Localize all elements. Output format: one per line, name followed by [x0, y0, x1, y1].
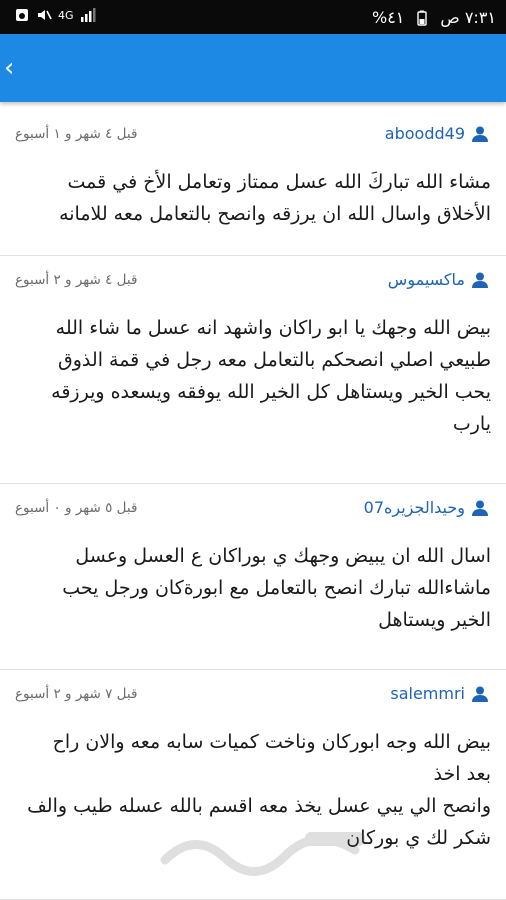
clock: ٧:٣١ ص	[440, 8, 496, 27]
post-text: بيض الله وجهك يا ابو راكان واشهد انه عسل…	[51, 317, 491, 435]
username[interactable]: ماكسيموس	[388, 270, 465, 289]
review-list: aboodd49 قبل ٤ شهر و ١ أسبوع مشاء الله ت…	[0, 110, 506, 900]
post-meta: salemmri قبل ٧ شهر و ٢ أسبوع	[15, 684, 491, 708]
list-item: aboodd49 قبل ٤ شهر و ١ أسبوع مشاء الله ت…	[0, 110, 506, 256]
post-text: اسال الله ان يبيض وجهك ي بوراكان ع العسل…	[62, 545, 491, 631]
chevron-left-icon[interactable]: ‹	[4, 54, 24, 82]
user-icon	[472, 126, 488, 142]
post-time: قبل ٥ شهر و ٠ أسبوع	[15, 500, 138, 516]
post-author[interactable]: وحيدالجزيره07	[364, 498, 489, 517]
photo-icon	[16, 9, 28, 21]
battery-icon	[417, 10, 428, 26]
signal-icon	[80, 8, 96, 22]
user-icon	[472, 272, 488, 288]
mute-icon	[38, 10, 52, 20]
user-icon	[472, 500, 488, 516]
list-item: ماكسيموس قبل ٤ شهر و ٢ أسبوع بيض الله وج…	[0, 256, 506, 484]
watermark-logo	[160, 832, 365, 876]
network-type: 4G	[58, 8, 74, 22]
post-meta: ماكسيموس قبل ٤ شهر و ٢ أسبوع	[15, 270, 491, 294]
post-text: مشاء الله تباركَ الله عسل ممتاز وتعامل ا…	[59, 171, 491, 225]
post-time: قبل ٧ شهر و ٢ أسبوع	[15, 686, 138, 702]
username[interactable]: aboodd49	[385, 124, 465, 143]
username[interactable]: وحيدالجزيره07	[364, 498, 465, 517]
post-author[interactable]: salemmri	[390, 684, 489, 703]
user-icon	[472, 686, 488, 702]
status-left: 4G	[14, 7, 96, 23]
post-time: قبل ٤ شهر و ١ أسبوع	[15, 126, 138, 142]
username[interactable]: salemmri	[390, 684, 465, 703]
app-bar: ‹	[0, 34, 506, 102]
status-right: %٤١ ٧:٣١ ص	[372, 8, 496, 27]
post-author[interactable]: ماكسيموس	[388, 270, 489, 289]
battery-percent: %٤١	[372, 8, 405, 27]
post-author[interactable]: aboodd49	[385, 124, 489, 143]
list-item: وحيدالجزيره07 قبل ٥ شهر و ٠ أسبوع اسال ا…	[0, 484, 506, 670]
post-time: قبل ٤ شهر و ٢ أسبوع	[15, 272, 138, 288]
post-meta: aboodd49 قبل ٤ شهر و ١ أسبوع	[15, 124, 491, 148]
status-bar: 4G %٤١ ٧:٣١ ص	[0, 0, 506, 34]
post-meta: وحيدالجزيره07 قبل ٥ شهر و ٠ أسبوع	[15, 498, 491, 522]
